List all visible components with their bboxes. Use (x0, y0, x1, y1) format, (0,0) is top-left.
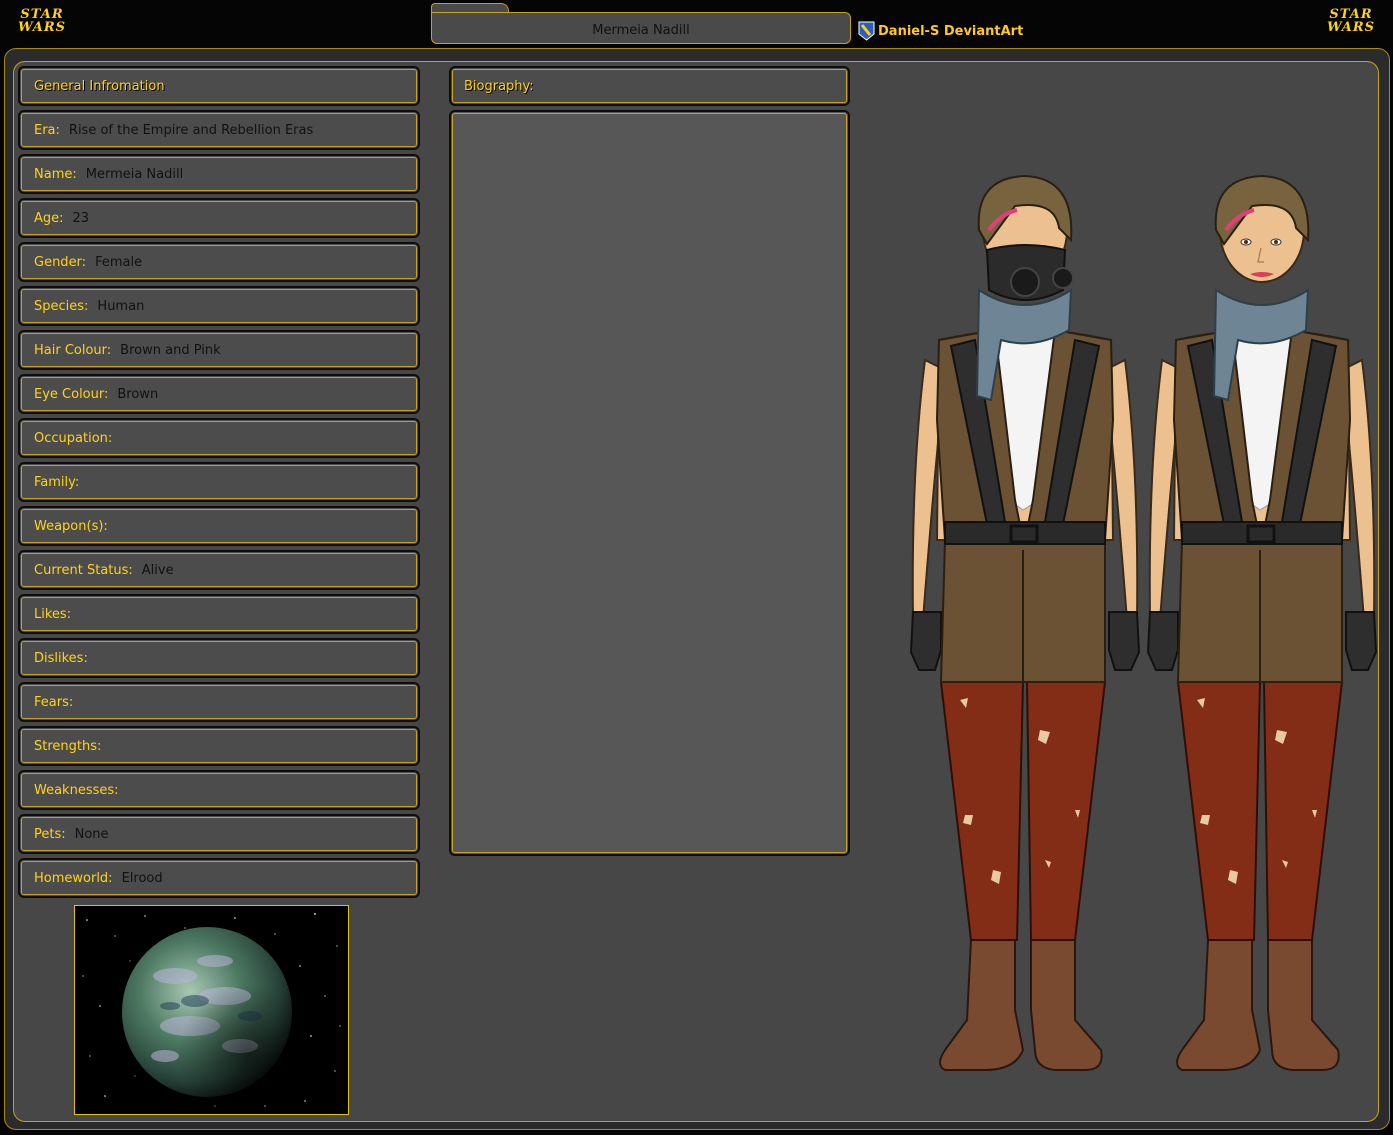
character-figure-masked (905, 170, 1145, 1084)
field-label: Era: (34, 122, 60, 138)
field-value: Brown (117, 386, 159, 402)
section-title: Biography: (464, 78, 534, 94)
field-label: Current Status: (34, 562, 133, 578)
credit-text: Daniel-S DeviantArt (878, 23, 1024, 39)
field-homeworld: Homeworld: Elrood (18, 858, 420, 898)
field-age: Age: 23 (18, 198, 420, 238)
field-label: Weapon(s): (34, 518, 108, 534)
field-value: Elrood (121, 870, 163, 886)
field-label: Dislikes: (34, 650, 88, 666)
field-label: Fears: (34, 694, 74, 710)
field-family: Family: (18, 462, 420, 502)
field-eye-colour: Eye Colour: Brown (18, 374, 420, 414)
field-label: Gender: (34, 254, 87, 270)
credit-link[interactable]: Daniel-S DeviantArt (858, 20, 1023, 42)
field-label: Weaknesses: (34, 782, 119, 798)
field-label: Likes: (34, 606, 72, 622)
star-wars-logo: STAR WARS (1321, 8, 1381, 40)
field-dislikes: Dislikes: (18, 638, 420, 678)
section-title: General Infromation (34, 78, 165, 94)
field-name: Name: Mermeia Nadill (18, 154, 420, 194)
field-likes: Likes: (18, 594, 420, 634)
logo-line-2: WARS (17, 20, 67, 35)
field-label: Strengths: (34, 738, 102, 754)
field-label: Eye Colour: (34, 386, 109, 402)
deviantart-icon (858, 21, 875, 41)
field-fears: Fears: (18, 682, 420, 722)
logo-line-2: WARS (1326, 20, 1376, 35)
biography-text-box (449, 110, 850, 856)
field-value: Alive (141, 562, 174, 578)
homeworld-image (74, 905, 349, 1115)
field-occupation: Occupation: (18, 418, 420, 458)
field-value: Human (97, 298, 145, 314)
field-current-status: Current Status: Alive (18, 550, 420, 590)
page-title: Mermeia Nadill (592, 22, 690, 38)
star-wars-logo: STAR WARS (12, 8, 72, 40)
field-hair-colour: Hair Colour: Brown and Pink (18, 330, 420, 370)
field-label: Pets: (34, 826, 66, 842)
field-label: Name: (34, 166, 77, 182)
field-pets: Pets: None (18, 814, 420, 854)
field-value: Brown and Pink (120, 342, 221, 358)
field-weaknesses: Weaknesses: (18, 770, 420, 810)
field-value: 23 (72, 210, 90, 226)
character-figure-unmasked (1142, 170, 1382, 1084)
field-weapons: Weapon(s): (18, 506, 420, 546)
field-label: Family: (34, 474, 80, 490)
field-value: Mermeia Nadill (85, 166, 184, 182)
field-label: Occupation: (34, 430, 113, 446)
field-value: Rise of the Empire and Rebellion Eras (68, 122, 314, 138)
title-bar: Mermeia Nadill (431, 12, 851, 44)
field-era: Era: Rise of the Empire and Rebellion Er… (18, 110, 420, 150)
field-value: None (74, 826, 109, 842)
general-information-header: General Infromation (18, 66, 420, 106)
field-value: Female (95, 254, 143, 270)
field-strengths: Strengths: (18, 726, 420, 766)
field-gender: Gender: Female (18, 242, 420, 282)
field-species: Species: Human (18, 286, 420, 326)
biography-header: Biography: (449, 66, 850, 106)
field-label: Species: (34, 298, 89, 314)
field-label: Age: (34, 210, 64, 226)
field-label: Hair Colour: (34, 342, 112, 358)
field-label: Homeworld: (34, 870, 113, 886)
